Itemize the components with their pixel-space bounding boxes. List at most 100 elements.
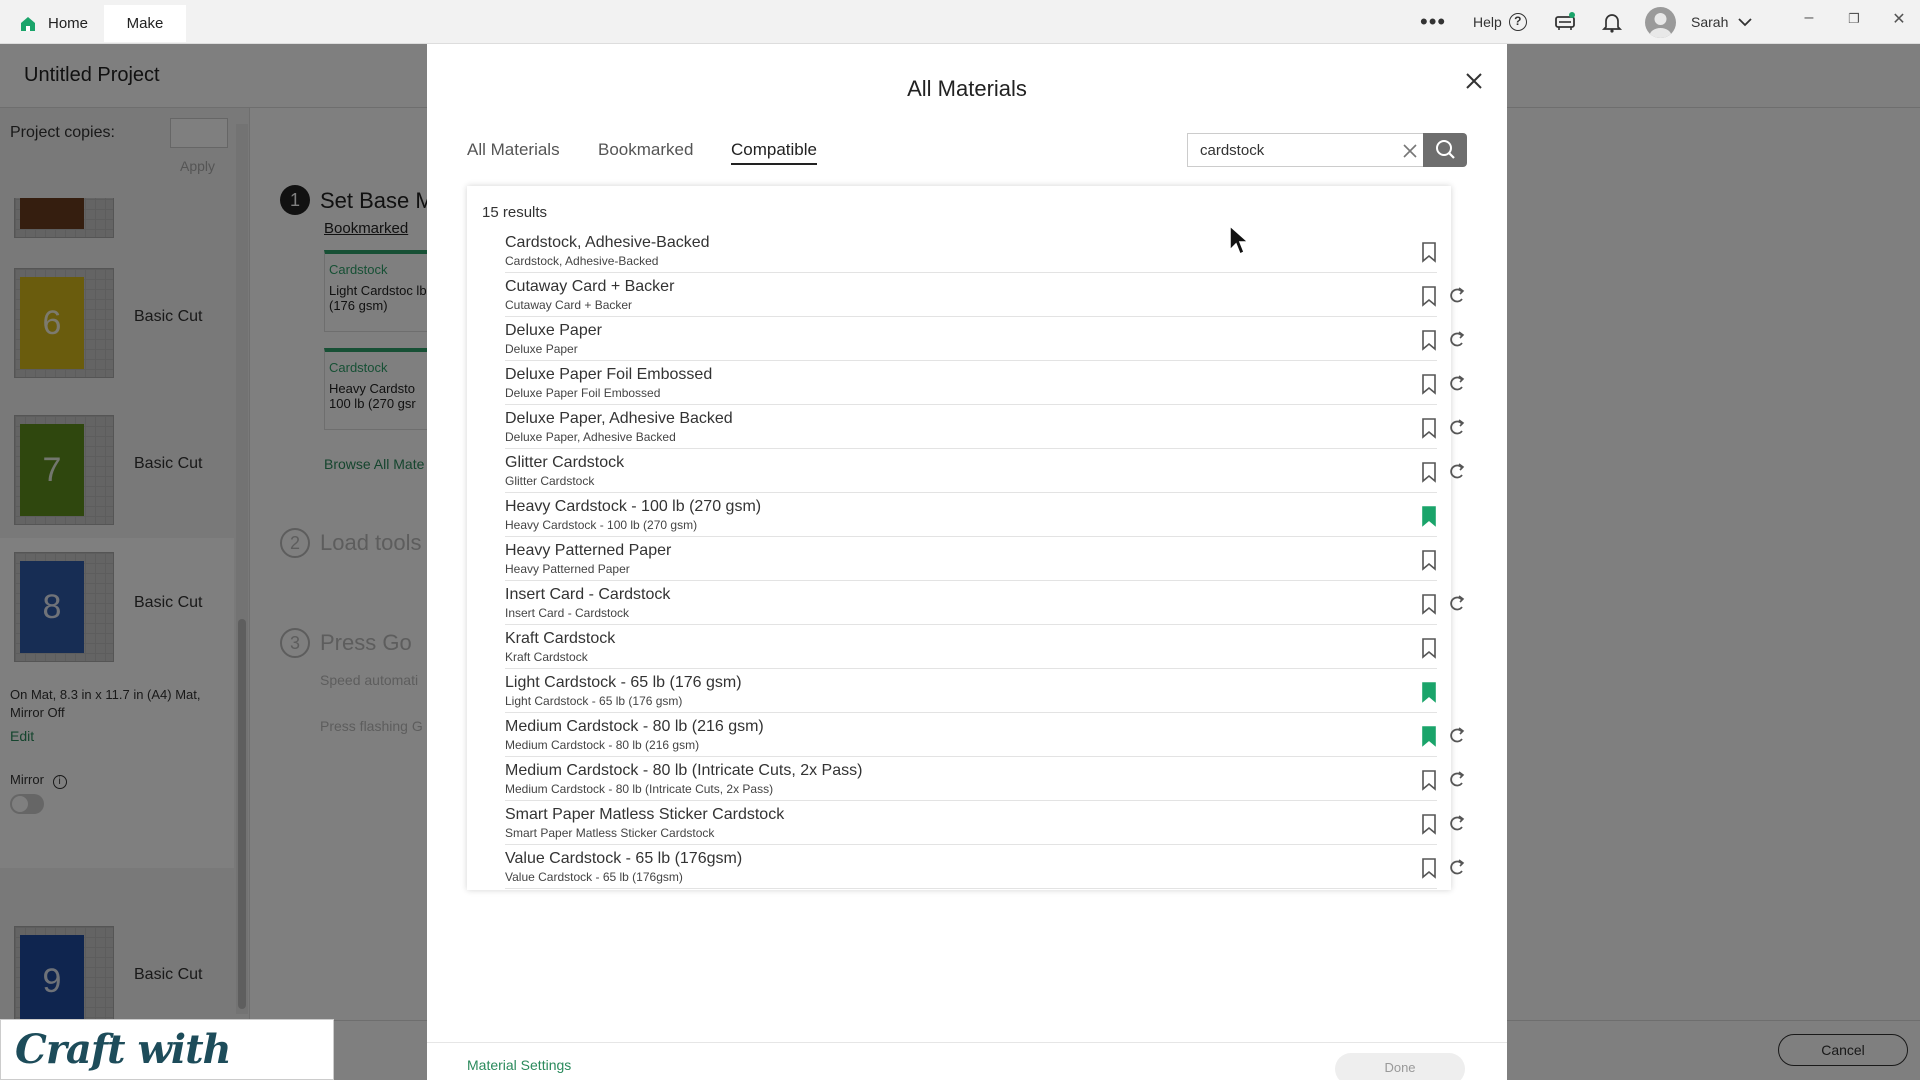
material-name: Medium Cardstock - 80 lb (216 gsm) bbox=[505, 718, 764, 735]
tab-bookmarked[interactable]: Bookmarked bbox=[598, 140, 693, 160]
printer-icon[interactable] bbox=[1554, 11, 1576, 33]
watermark-logo: Craft with Sarah bbox=[0, 1019, 334, 1080]
close-icon[interactable]: ✕ bbox=[1884, 9, 1914, 29]
bookmark-icon[interactable] bbox=[1419, 241, 1439, 263]
material-name: Deluxe Paper Foil Embossed bbox=[505, 366, 713, 383]
search-button[interactable] bbox=[1423, 133, 1467, 167]
refresh-icon[interactable] bbox=[1447, 768, 1467, 790]
refresh-icon[interactable] bbox=[1447, 328, 1467, 350]
home-icon bbox=[21, 17, 35, 31]
help-button[interactable]: Help ? bbox=[1473, 0, 1527, 44]
material-row[interactable]: Insert Card - Cardstock Insert Card - Car… bbox=[505, 581, 1465, 625]
material-row[interactable]: Heavy Patterned Paper Heavy Patterned Pap… bbox=[505, 537, 1437, 581]
material-row[interactable]: Light Cardstock - 65 lb (176 gsm) Light C… bbox=[505, 669, 1437, 713]
results-count: 15 results bbox=[482, 204, 548, 221]
refresh-icon[interactable] bbox=[1447, 284, 1467, 306]
bookmark-icon[interactable] bbox=[1419, 329, 1439, 351]
close-icon[interactable] bbox=[1461, 68, 1487, 94]
avatar[interactable] bbox=[1645, 7, 1676, 38]
material-row[interactable]: Cutaway Card + Backer Cutaway Card + Back… bbox=[505, 273, 1465, 317]
material-name: Medium Cardstock - 80 lb (Intricate Cuts… bbox=[505, 762, 863, 779]
refresh-icon[interactable] bbox=[1447, 812, 1467, 834]
material-row[interactable]: Medium Cardstock - 80 lb (Intricate Cuts… bbox=[505, 757, 1465, 801]
bookmark-icon[interactable] bbox=[1419, 593, 1439, 615]
user-menu[interactable]: Sarah bbox=[1691, 0, 1752, 44]
material-subtitle: Deluxe Paper, Adhesive Backed bbox=[505, 430, 676, 444]
material-subtitle: Insert Card - Cardstock bbox=[505, 606, 630, 620]
refresh-icon[interactable] bbox=[1447, 460, 1467, 482]
search-icon bbox=[1436, 140, 1455, 159]
restore-icon[interactable]: ❐ bbox=[1839, 11, 1869, 27]
bookmark-icon[interactable] bbox=[1419, 285, 1439, 307]
bookmark-icon[interactable] bbox=[1419, 417, 1439, 439]
material-row[interactable]: Glitter Cardstock Glitter Cardstock bbox=[505, 449, 1465, 493]
bookmark-icon[interactable] bbox=[1419, 461, 1439, 483]
search-input[interactable]: cardstock bbox=[1187, 133, 1425, 167]
material-subtitle: Deluxe Paper bbox=[505, 342, 578, 356]
material-row[interactable]: Deluxe Paper Deluxe Paper bbox=[505, 317, 1465, 361]
material-row[interactable]: Medium Cardstock - 80 lb (216 gsm) Medium… bbox=[505, 713, 1465, 757]
dialog-footer: Material Settings Done bbox=[427, 1042, 1507, 1080]
material-row[interactable]: Value Cardstock - 65 lb (176gsm) Value Ca… bbox=[505, 845, 1465, 889]
material-subtitle: Deluxe Paper Foil Embossed bbox=[505, 386, 661, 400]
title-bar: Home Make ••• Help ? Sarah – ❐ ✕ bbox=[0, 0, 1920, 44]
mouse-cursor bbox=[1229, 224, 1250, 256]
material-name: Kraft Cardstock bbox=[505, 630, 616, 647]
material-subtitle: Heavy Patterned Paper bbox=[505, 562, 630, 576]
help-icon: ? bbox=[1508, 13, 1527, 31]
help-label: Help bbox=[1473, 14, 1502, 30]
tab-make-label: Make bbox=[126, 15, 164, 32]
material-subtitle: Heavy Cardstock - 100 lb (270 gsm) bbox=[505, 518, 698, 532]
tab-compatible[interactable]: Compatible bbox=[731, 140, 817, 165]
done-button[interactable]: Done bbox=[1335, 1053, 1465, 1080]
bell-icon[interactable] bbox=[1601, 11, 1623, 33]
refresh-icon[interactable] bbox=[1447, 416, 1467, 438]
more-icon[interactable]: ••• bbox=[1420, 0, 1446, 44]
material-subtitle: Light Cardstock - 65 lb (176 gsm) bbox=[505, 694, 683, 708]
search-input-value: cardstock bbox=[1200, 142, 1265, 159]
material-settings-link[interactable]: Material Settings bbox=[467, 1057, 571, 1073]
material-name: Value Cardstock - 65 lb (176gsm) bbox=[505, 850, 743, 867]
refresh-icon[interactable] bbox=[1447, 592, 1467, 614]
material-row[interactable]: Deluxe Paper Foil Embossed Deluxe Paper F… bbox=[505, 361, 1465, 405]
material-name: Cardstock, Adhesive-Backed bbox=[505, 234, 710, 251]
refresh-icon[interactable] bbox=[1447, 724, 1467, 746]
material-subtitle: Glitter Cardstock bbox=[505, 474, 595, 488]
clear-icon[interactable] bbox=[1401, 142, 1419, 160]
bookmark-icon[interactable] bbox=[1419, 857, 1439, 879]
material-name: Cutaway Card + Backer bbox=[505, 278, 675, 295]
material-name: Heavy Cardstock - 100 lb (270 gsm) bbox=[505, 498, 762, 515]
material-row[interactable]: Heavy Cardstock - 100 lb (270 gsm) Heavy … bbox=[505, 493, 1437, 537]
material-subtitle: Cardstock, Adhesive-Backed bbox=[505, 254, 659, 268]
material-row[interactable]: Deluxe Paper, Adhesive Backed Deluxe Pape… bbox=[505, 405, 1465, 449]
tab-make[interactable]: Make bbox=[104, 5, 186, 42]
user-name: Sarah bbox=[1691, 14, 1729, 30]
minimize-icon[interactable]: – bbox=[1794, 9, 1824, 27]
bookmark-icon[interactable] bbox=[1419, 769, 1439, 791]
material-name: Deluxe Paper bbox=[505, 322, 602, 339]
tab-home-label: Home bbox=[48, 15, 89, 32]
bookmark-icon[interactable] bbox=[1419, 373, 1439, 395]
bookmark-icon[interactable] bbox=[1419, 637, 1439, 659]
material-subtitle: Medium Cardstock - 80 lb (Intricate Cuts… bbox=[505, 782, 774, 796]
material-row[interactable]: Cardstock, Adhesive-Backed Cardstock, Adh… bbox=[505, 229, 1437, 273]
material-name: Deluxe Paper, Adhesive Backed bbox=[505, 410, 733, 427]
bookmark-icon[interactable] bbox=[1419, 813, 1439, 835]
material-subtitle: Smart Paper Matless Sticker Cardstock bbox=[505, 826, 715, 840]
material-row[interactable]: Smart Paper Matless Sticker Cardstock Sma… bbox=[505, 801, 1465, 845]
material-subtitle: Cutaway Card + Backer bbox=[505, 298, 633, 312]
tab-home[interactable]: Home bbox=[18, 5, 88, 42]
material-subtitle: Value Cardstock - 65 lb (176gsm) bbox=[505, 870, 683, 884]
material-name: Smart Paper Matless Sticker Cardstock bbox=[505, 806, 785, 823]
bookmark-filled-icon[interactable] bbox=[1419, 681, 1439, 703]
dialog-title: All Materials bbox=[907, 76, 1027, 101]
refresh-icon[interactable] bbox=[1447, 372, 1467, 394]
material-name: Heavy Patterned Paper bbox=[505, 542, 672, 559]
material-name: Insert Card - Cardstock bbox=[505, 586, 671, 603]
tab-all-materials[interactable]: All Materials bbox=[467, 140, 560, 160]
refresh-icon[interactable] bbox=[1447, 856, 1467, 878]
bookmark-filled-icon[interactable] bbox=[1419, 725, 1439, 747]
material-row[interactable]: Kraft Cardstock Kraft Cardstock bbox=[505, 625, 1437, 669]
bookmark-icon[interactable] bbox=[1419, 549, 1439, 571]
bookmark-filled-icon[interactable] bbox=[1419, 505, 1439, 527]
